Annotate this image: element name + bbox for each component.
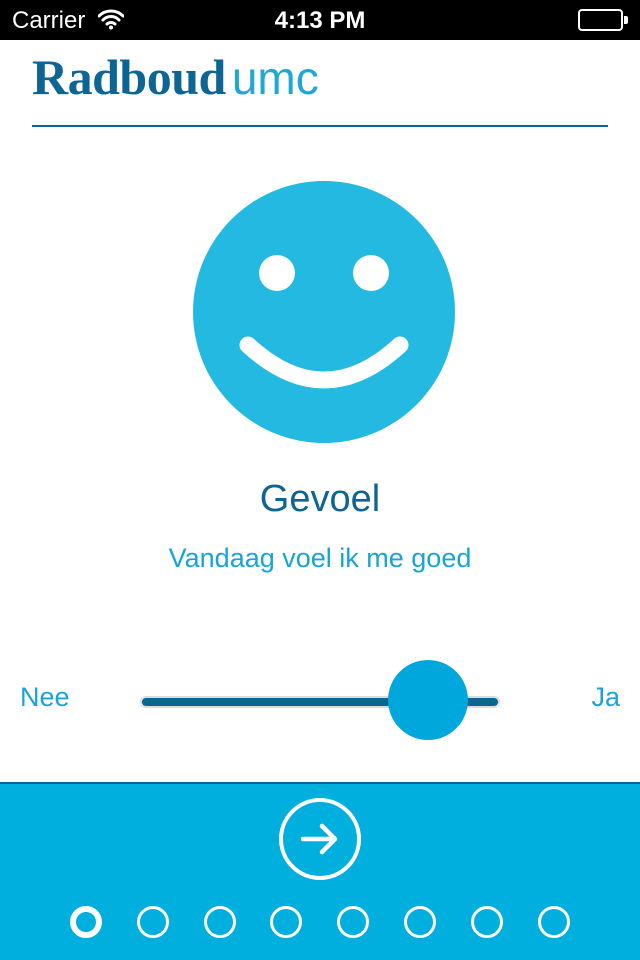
status-bar: Carrier 4:13 PM — [0, 0, 640, 40]
slider-thumb[interactable] — [388, 660, 468, 740]
page-dot-1[interactable] — [70, 906, 102, 938]
page-dot-5[interactable] — [337, 906, 370, 938]
slider-min-label: Nee — [20, 682, 70, 712]
page-dot-3[interactable] — [203, 906, 236, 938]
page-dot-4[interactable] — [270, 906, 303, 938]
page-subtitle: Vandaag voel ik me goed — [168, 543, 472, 573]
page-title: Gevoel — [259, 478, 381, 520]
next-button[interactable] — [279, 798, 361, 880]
footer — [0, 782, 640, 960]
page-dot-2[interactable] — [136, 906, 169, 938]
battery-icon — [578, 9, 628, 31]
page-dot-7[interactable] — [470, 906, 503, 938]
header-divider — [32, 125, 608, 127]
page-dot-6[interactable] — [404, 906, 436, 938]
brand-name-secondary: umc — [231, 52, 319, 104]
page-indicator — [0, 906, 640, 940]
smiley-face-icon — [192, 180, 456, 444]
brand-logo: Radboud umc — [32, 48, 319, 108]
brand-name-primary: Radboud — [32, 49, 226, 105]
clock: 4:13 PM — [274, 7, 366, 34]
slider-max-label: Ja — [591, 682, 620, 712]
page-dot-8[interactable] — [537, 906, 570, 938]
arrow-right-icon — [300, 823, 338, 855]
